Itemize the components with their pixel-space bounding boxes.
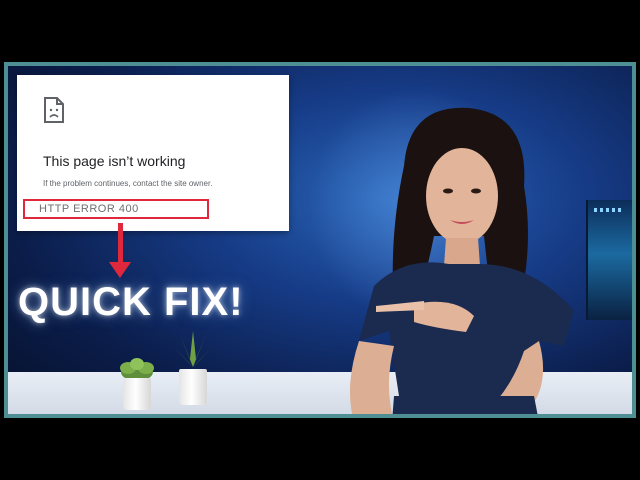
down-arrow-icon: [109, 262, 131, 278]
background-monitor: [586, 200, 632, 320]
down-arrow-shaft: [118, 223, 123, 263]
thumbnail-frame: This page isn’t working If the problem c…: [4, 62, 636, 418]
headline: QUICK FIX!: [18, 280, 244, 324]
sad-document-icon: [44, 97, 64, 123]
error-title: This page isn’t working: [43, 153, 186, 169]
error-code: HTTP ERROR 400: [39, 203, 139, 215]
error-subtitle: If the problem continues, contact the si…: [43, 179, 213, 188]
browser-error-card: This page isn’t working If the problem c…: [17, 75, 289, 231]
presenter: [350, 107, 574, 414]
